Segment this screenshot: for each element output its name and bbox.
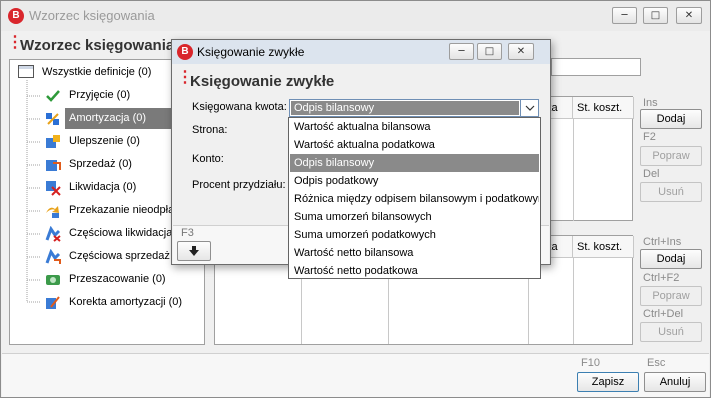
dropdown-option[interactable]: Suma umorzeń bilansowych [290,208,539,226]
dropdown-option[interactable]: Wartość netto podatkowa [290,262,539,280]
upgrade-icon [45,134,61,150]
grid-column-divider [573,258,574,344]
revaluation-icon [45,272,61,288]
tree-item-sprzedaz[interactable]: Sprzedaż (0) [69,158,132,170]
delete-button[interactable]: Usuń [640,182,702,202]
side-label: Strona: [192,124,228,136]
folder-icon [18,65,34,78]
amount-dropdown-list: Wartość aktualna bilansowa Wartość aktua… [288,117,541,279]
save-shortcut: F10 [581,357,600,369]
amount-label: Księgowana kwota: [192,101,287,113]
correction-icon [45,295,61,311]
amount-select-value: Odpis bilansowy [291,101,519,115]
dialog-close-button[interactable]: ✕ [508,43,534,60]
grid-header-st-koszt[interactable]: St. koszt. [573,97,634,119]
partial-liquidation-icon [45,225,61,242]
delete-shortcut: Del [643,168,660,180]
cancel-button[interactable]: Anuluj [644,372,706,392]
cancel-shortcut: Esc [647,357,666,369]
app-logo-icon: B [8,8,24,24]
dropdown-option[interactable]: Wartość aktualna podatkowa [290,136,539,154]
save-button[interactable]: Zapisz [577,372,639,392]
dropdown-option[interactable]: Odpis podatkowy [290,172,539,190]
close-button[interactable]: ✕ [676,7,702,24]
dropdown-option[interactable]: Wartość aktualna bilansowa [290,118,539,136]
add-line-shortcut: Ctrl+Ins [643,236,682,248]
section-title: Wzorzec księgowania [20,37,175,54]
tree-item-przekazanie[interactable]: Przekazanie nieodpła [69,204,174,216]
green-check-icon [45,88,61,104]
tree-item-ulepszenie[interactable]: Ulepszenie (0) [69,135,140,147]
dialog-logo-icon: B [177,44,193,60]
edit-shortcut: F2 [643,131,656,143]
tree-item-czesciowa-likwidacja[interactable]: Częściowa likwidacja [69,227,172,239]
grid-header-st-koszt[interactable]: St. koszt. [573,236,634,258]
dialog-maximize-button[interactable]: □ [477,43,502,60]
search-input[interactable] [551,58,641,76]
tree-item-likwidacja[interactable]: Likwidacja (0) [69,181,136,193]
dropdown-option[interactable]: Suma umorzeń podatkowych [290,226,539,244]
partial-sale-icon [45,248,61,265]
maximize-button[interactable]: □ [643,7,668,24]
main-titlebar: B Wzorzec księgowania ─ □ ✕ [1,1,710,31]
tree-item-amortyzacja[interactable]: Amortyzacja (0) [69,112,146,124]
dialog-f3-shortcut: F3 [181,227,194,239]
tree-item-przyjecie[interactable]: Przyjęcie (0) [69,89,130,101]
delete-line-shortcut: Ctrl+Del [643,308,684,320]
edit-button[interactable]: Popraw [640,146,702,166]
account-label: Konto: [192,153,224,165]
dropdown-option[interactable]: Wartość netto bilansowa [290,244,539,262]
add-button[interactable]: Dodaj [640,109,702,129]
arrow-down-button[interactable] [177,241,211,261]
grid-column-divider [573,119,574,221]
chevron-down-icon[interactable] [520,100,538,116]
dialog-section-title: Księgowanie zwykłe [190,73,335,90]
tree-root[interactable]: Wszystkie definicje (0) [42,66,151,78]
tree-item-korekta[interactable]: Korekta amortyzacji (0) [69,296,182,308]
dropdown-option-selected[interactable]: Odpis bilansowy [290,154,539,172]
edit-line-button[interactable]: Popraw [640,286,702,306]
dialog-title: Księgowanie zwykłe [197,45,305,59]
sale-icon [45,157,61,173]
liquidation-icon [45,180,61,196]
dialog-minimize-button[interactable]: ─ [449,43,474,60]
tree-item-przeszacowanie[interactable]: Przeszacowanie (0) [69,273,166,285]
percent-label: Procent przydziału: [192,179,286,191]
transfer-icon [45,203,61,219]
window-title: Wzorzec księgowania [29,8,155,23]
amount-select[interactable]: Odpis bilansowy [289,99,539,117]
delete-line-button[interactable]: Usuń [640,322,702,342]
tree-item-czesciowa-sprzedaz[interactable]: Częściowa sprzedaż ( [69,250,177,262]
dropdown-option[interactable]: Różnica między odpisem bilansowym i poda… [290,190,539,208]
dialog-titlebar: B Księgowanie zwykłe ─ □ ✕ [172,40,550,64]
arrow-down-icon [189,246,199,256]
minimize-button[interactable]: ─ [612,7,637,24]
edit-line-shortcut: Ctrl+F2 [643,272,680,284]
add-line-button[interactable]: Dodaj [640,249,702,269]
add-shortcut: Ins [643,97,658,109]
amortization-icon [45,111,61,127]
